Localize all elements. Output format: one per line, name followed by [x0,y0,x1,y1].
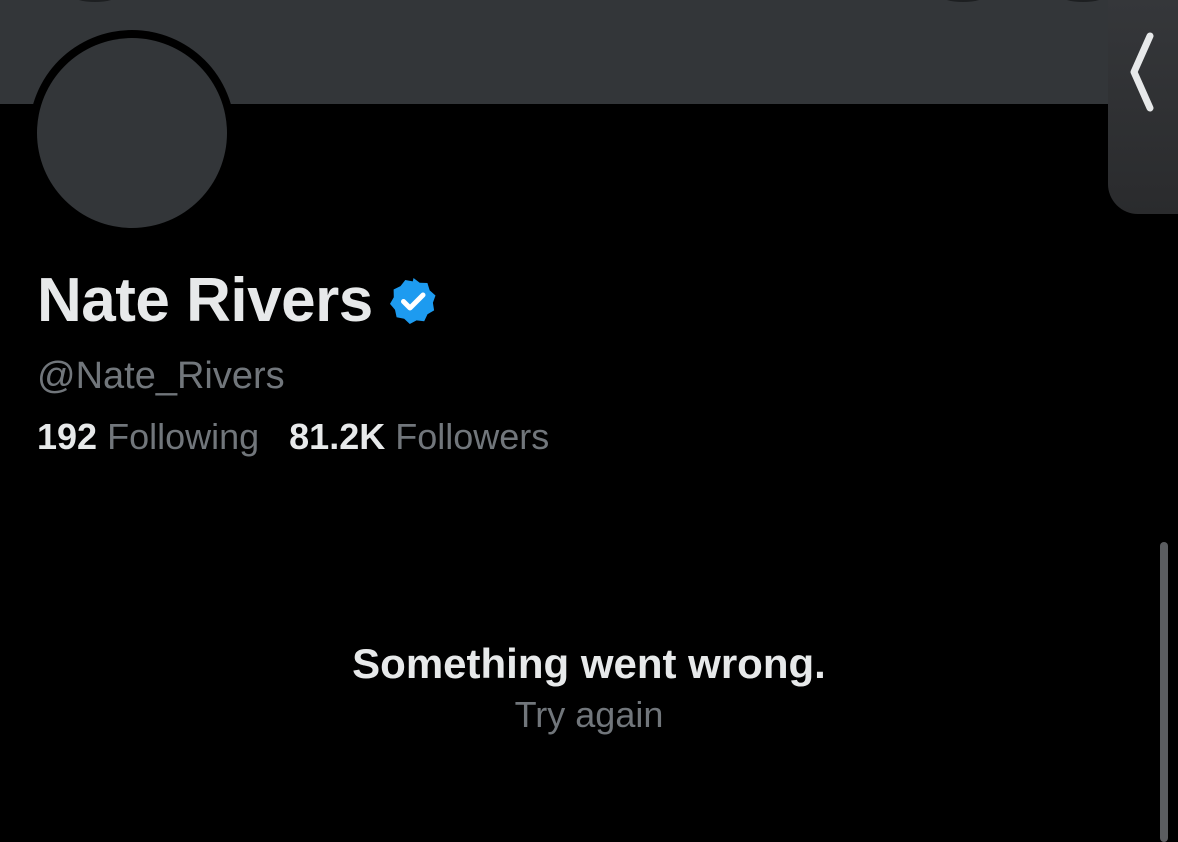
avatar-border [29,30,235,236]
banner-artifact [940,0,986,2]
back-button[interactable] [1108,0,1178,214]
banner-artifact [72,0,118,2]
profile-stats: 192 Following 81.2K Followers [37,414,549,460]
following-link[interactable]: 192 Following [37,414,259,460]
chevron-left-icon [1130,32,1154,112]
following-label: Following [107,416,260,457]
scrollbar[interactable] [1160,542,1168,842]
profile-name-row: Nate Rivers [37,266,437,336]
followers-link[interactable]: 81.2K Followers [289,414,549,460]
retry-container: Try again [0,692,1178,738]
profile-handle: @Nate_Rivers [37,355,285,397]
followers-count: 81.2K [289,416,386,457]
verified-badge-icon[interactable] [389,277,437,325]
followers-label: Followers [395,416,550,457]
display-name: Nate Rivers [37,266,373,335]
banner-artifact [1060,0,1106,2]
error-message: Something went wrong. [352,640,826,687]
avatar[interactable] [37,38,227,228]
following-count: 192 [37,416,98,457]
try-again-button[interactable]: Try again [515,694,664,735]
